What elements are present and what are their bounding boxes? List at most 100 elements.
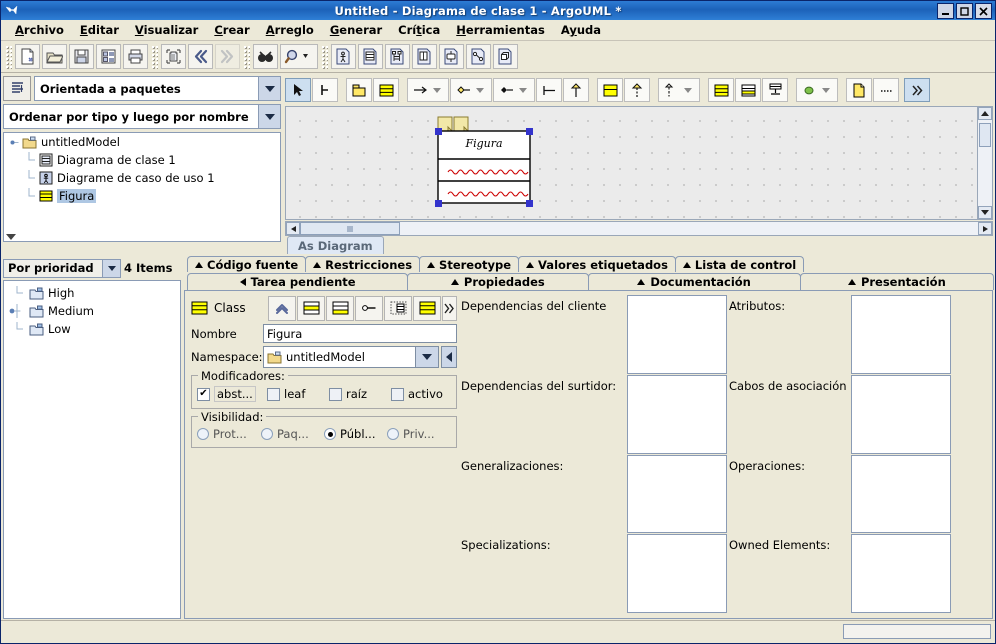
scroll-down-icon[interactable] — [978, 206, 992, 219]
new-usecase-diagram-icon[interactable] — [331, 44, 356, 69]
todo-tree[interactable]: High Medium Low — [3, 280, 181, 619]
class-tool-icon[interactable] — [373, 78, 399, 102]
close-button[interactable] — [975, 3, 992, 19]
menu-arreglo[interactable]: Arreglo — [258, 21, 322, 39]
scroll-left-icon[interactable] — [286, 222, 300, 235]
list-box-client-dependencies[interactable] — [627, 295, 727, 374]
enumeration-tool-icon[interactable] — [735, 78, 761, 102]
perspective-icon[interactable] — [3, 76, 31, 101]
tab-lista-de-control[interactable]: Lista de control — [674, 256, 805, 272]
menu-ayuda[interactable]: Ayuda — [553, 21, 609, 39]
dependency-tool-icon[interactable] — [536, 78, 562, 102]
menu-visualizar[interactable]: Visualizar — [127, 21, 206, 39]
class-figure-figura[interactable]: Figura — [434, 115, 533, 207]
radio-package[interactable]: Paq... — [261, 427, 324, 441]
save-icon[interactable] — [69, 44, 94, 69]
tree-node-figura[interactable]: Figura — [4, 187, 280, 205]
checkbox-abstract-box[interactable]: ✔ — [197, 387, 210, 401]
tab-stereotype[interactable]: Stereotype — [419, 256, 520, 272]
go-up-icon[interactable] — [268, 295, 296, 321]
chevron-down-icon-3[interactable] — [102, 259, 120, 277]
canvas-vertical-scrollbar[interactable] — [977, 107, 992, 219]
radio-public-button[interactable] — [324, 428, 336, 440]
list-box-attributes[interactable] — [851, 295, 951, 374]
maximize-button[interactable] — [956, 3, 973, 19]
radio-private[interactable]: Priv... — [387, 427, 435, 441]
menu-generar[interactable]: Generar — [322, 21, 390, 39]
radio-public[interactable]: Públ... — [324, 427, 387, 441]
chevron-down-icon-4[interactable] — [415, 347, 438, 367]
tab-documentacion[interactable]: Documentación — [587, 273, 801, 290]
aggregation-tool-icon[interactable] — [450, 78, 492, 102]
new-collaboration-diagram-icon[interactable] — [412, 44, 437, 69]
association-tool-icon[interactable] — [407, 78, 449, 102]
new-sequence-diagram-icon[interactable] — [385, 44, 410, 69]
model-tree[interactable]: untitledModel Diagrama de clase 1 Diagra… — [3, 132, 281, 242]
interface-tool-icon[interactable] — [597, 78, 623, 102]
list-box-supplier-dependencies[interactable] — [627, 374, 727, 454]
toolbar-grip-2[interactable] — [151, 44, 158, 69]
print-icon[interactable] — [123, 44, 148, 69]
chevron-down-icon[interactable] — [258, 77, 280, 100]
stereotype-tool-icon[interactable] — [762, 78, 788, 102]
scroll-right-icon[interactable] — [978, 222, 992, 235]
checkbox-active[interactable]: activo — [391, 387, 443, 401]
tree-scroll-down-icon[interactable] — [4, 231, 18, 241]
radio-package-button[interactable] — [261, 428, 273, 440]
checkbox-abstract[interactable]: ✔ abst... — [197, 386, 267, 402]
state-tool-icon[interactable] — [796, 78, 838, 102]
canvas-horizontal-scrollbar[interactable] — [285, 221, 993, 236]
list-box-specializations[interactable] — [627, 534, 727, 613]
more-tools-icon[interactable] — [904, 78, 930, 102]
new-state-diagram-icon[interactable] — [439, 44, 464, 69]
generalization-tool-icon[interactable] — [563, 78, 589, 102]
properties-icon[interactable] — [96, 44, 121, 69]
new-attribute-icon[interactable] — [297, 295, 325, 321]
new-deployment-diagram-icon[interactable] — [493, 44, 518, 69]
tab-tarea-pendiente[interactable]: Tarea pendiente — [187, 273, 409, 290]
checkbox-root[interactable]: raíz — [329, 387, 391, 401]
composition-tool-icon[interactable] — [493, 78, 535, 102]
tab-codigo-fuente[interactable]: Código fuente — [187, 256, 307, 272]
tree-node-untitledmodel[interactable]: untitledModel — [4, 133, 280, 151]
minimize-button[interactable] — [937, 3, 954, 19]
radio-protected-button[interactable] — [197, 428, 209, 440]
navigate-forward-icon[interactable] — [215, 44, 240, 69]
menu-critica[interactable]: Crítica — [390, 21, 448, 39]
menu-crear[interactable]: Crear — [206, 21, 257, 39]
todo-priority-combo[interactable]: Por prioridad — [3, 258, 121, 278]
open-icon[interactable] — [42, 44, 67, 69]
new-class-diagram-icon[interactable] — [358, 44, 383, 69]
chevron-down-icon-2[interactable] — [258, 105, 280, 128]
new-association-icon[interactable] — [355, 295, 383, 321]
namespace-combo[interactable]: untitledModel — [263, 346, 439, 368]
zoom-icon[interactable] — [280, 44, 318, 69]
menu-archivo[interactable]: Archivo — [7, 21, 72, 39]
scroll-up-icon[interactable] — [978, 107, 992, 120]
navigate-back-icon[interactable] — [188, 44, 213, 69]
vscroll-thumb[interactable] — [979, 123, 991, 147]
new-icon[interactable] — [15, 44, 40, 69]
abstraction-tool-icon[interactable] — [658, 78, 700, 102]
comment-link-tool-icon[interactable] — [873, 78, 899, 102]
more-actions-icon[interactable] — [442, 295, 457, 321]
new-class-icon[interactable] — [413, 295, 441, 321]
todo-node-medium[interactable]: Medium — [4, 302, 180, 320]
toolbar-grip-4[interactable] — [321, 44, 328, 69]
list-box-association-ends[interactable] — [851, 374, 951, 454]
perspective-combo[interactable]: Orientada a paquetes — [34, 76, 281, 101]
hscroll-thumb[interactable] — [300, 222, 400, 235]
diagram-canvas[interactable]: Figura — [285, 106, 993, 220]
checkbox-root-box[interactable] — [329, 387, 342, 401]
new-activity-diagram-icon[interactable] — [466, 44, 491, 69]
menu-editar[interactable]: Editar — [72, 21, 127, 39]
checkbox-leaf[interactable]: leaf — [267, 387, 329, 401]
list-box-owned-elements[interactable] — [851, 534, 951, 613]
tab-restricciones[interactable]: Restricciones — [305, 256, 421, 272]
find-icon[interactable] — [253, 44, 278, 69]
order-combo[interactable]: Ordenar por tipo y luego por nombre — [3, 104, 281, 129]
list-box-operations[interactable] — [851, 454, 951, 534]
select-tool-icon[interactable] — [285, 78, 311, 102]
datatype-tool-icon[interactable] — [708, 78, 734, 102]
tree-node-class-diagram[interactable]: Diagrama de clase 1 — [4, 151, 280, 169]
